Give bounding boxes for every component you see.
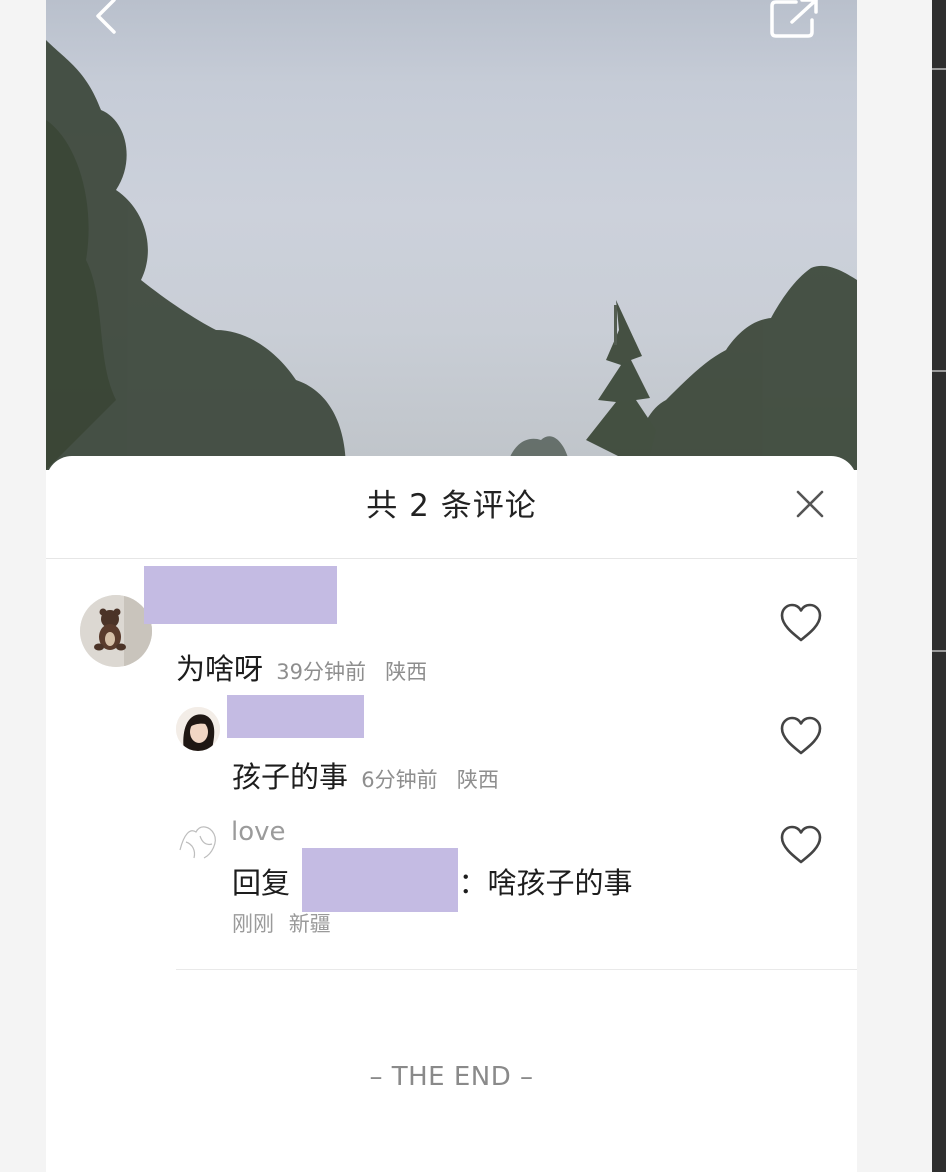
reply-time: 刚刚 [232,912,274,936]
avatar[interactable] [174,820,220,864]
girl-avatar-image [176,707,220,751]
post-photo [46,0,857,470]
redacted-username [302,848,458,912]
end-of-comments-label: – THE END – [369,1062,534,1092]
comments-sheet: 共 2 条评论 为啥呀 39分钟前 陕西 孩子的事 6分钟前 陕西 love 回… [46,456,857,1172]
share-button[interactable] [766,0,822,42]
divider [46,558,857,559]
redacted-username [144,566,337,624]
comment-location: 陕西 [385,660,428,684]
reply-text: ：啥孩子的事 [458,866,633,900]
reply-location: 陕西 [456,768,499,792]
back-button[interactable] [86,0,126,42]
close-icon [796,490,824,518]
edge-mark [932,650,946,652]
like-button[interactable] [778,715,824,757]
comment-time: 39分钟前 [276,660,366,684]
avatar[interactable] [80,595,152,667]
comment-text: 为啥呀 [176,652,264,686]
reply-time: 6分钟前 [361,768,438,792]
heart-outline-icon [780,603,822,642]
trees-scenery [46,40,857,470]
reply-location: 新疆 [288,912,331,936]
heart-outline-icon [780,716,822,755]
chevron-left-icon [96,0,116,34]
sketch-avatar-image [174,820,220,864]
divider [176,969,857,970]
share-external-icon [770,0,818,38]
close-button[interactable] [792,486,828,522]
edge-mark [932,68,946,70]
comment-row: 为啥呀 39分钟前 陕西 [176,646,427,688]
redacted-username [227,695,364,738]
teddy-bear-avatar-image [80,595,152,667]
like-button[interactable] [778,824,824,866]
heart-outline-icon [780,825,822,864]
reply-prefix: 回复 [232,866,291,900]
phone-screen: 共 2 条评论 为啥呀 39分钟前 陕西 孩子的事 6分钟前 陕西 love 回… [46,0,857,1172]
like-button[interactable] [778,602,824,644]
avatar[interactable] [176,707,220,751]
reply-text: 孩子的事 [232,760,349,794]
reply-row: 孩子的事 6分钟前 陕西 [232,754,499,796]
background-window-edge [932,0,946,1172]
reply-username[interactable]: love [231,817,286,847]
edge-mark [932,370,946,372]
reply-meta: 刚刚 新疆 [232,908,331,938]
comments-count-title: 共 2 条评论 [366,488,537,524]
